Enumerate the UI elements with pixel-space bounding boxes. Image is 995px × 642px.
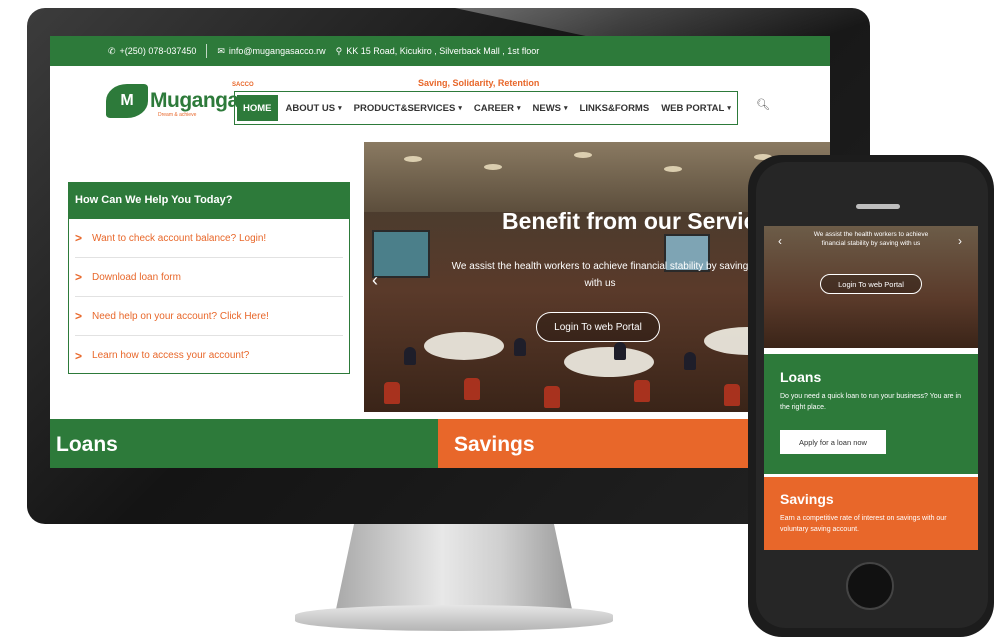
nav-label: NEWS <box>532 102 562 114</box>
nav-career[interactable]: CAREER ▾ <box>468 92 527 124</box>
ceiling-light <box>404 156 422 162</box>
search-icon[interactable]: 🔍︎ <box>756 98 770 111</box>
hero-photo-chair <box>724 384 740 406</box>
help-box: How Can We Help You Today? > Want to chec… <box>68 182 350 374</box>
phone-speaker <box>856 204 900 209</box>
map-pin-icon: ⚲ <box>335 45 343 56</box>
help-link[interactable]: > Need help on your account? Click Here! <box>75 297 343 336</box>
hero-photo-person <box>514 338 526 356</box>
nav-label: ABOUT US <box>285 102 336 114</box>
mobile-site: ‹ › We assist the health workers to achi… <box>764 226 978 550</box>
main-nav: HOME ABOUT US ▾ PRODUCT&SERVICES ▾ CAREER ▾… <box>234 91 738 125</box>
ceiling-light <box>574 152 592 158</box>
chevron-down-icon: ▾ <box>338 105 342 112</box>
site-logo[interactable]: M Muganga SACCO Dream & achieve <box>106 82 254 118</box>
nav-label: HOME <box>243 102 272 114</box>
chevron-right-icon: > <box>75 231 83 245</box>
email-text: info@mugangasacco.rw <box>228 45 326 56</box>
hero-photo-table <box>564 347 654 377</box>
chevron-down-icon: ▾ <box>564 105 568 112</box>
divider <box>206 44 208 58</box>
loans-section-title: Loans <box>50 419 438 468</box>
hero-photo-person <box>684 352 696 370</box>
hero-photo-chair <box>634 380 650 402</box>
mobile-hero-text: We assist the health workers to achieve … <box>813 231 929 247</box>
mobile-loans-text: Do you need a quick loan to run your bus… <box>780 393 961 411</box>
contact-bar: ✆ +(250) 078-037450 ✉ info@mugangasacco.rw… <box>50 36 830 66</box>
help-link-label: Need help on your account? Click Here! <box>92 310 269 322</box>
hero-text: We assist the health workers to achieve … <box>451 261 749 289</box>
ceiling-light <box>664 166 682 172</box>
help-link[interactable]: > Learn how to access your account? <box>75 336 343 375</box>
logo-mark-icon: M <box>106 84 148 118</box>
help-link-label: Download loan form <box>92 271 181 283</box>
monitor-stand <box>335 524 573 614</box>
nav-label: PRODUCT&SERVICES <box>353 102 456 114</box>
ceiling-light <box>484 164 502 170</box>
logo-sacco-label: SACCO <box>232 82 254 88</box>
nav-web-portal[interactable]: WEB PORTAL ▾ <box>655 92 737 124</box>
mobile-savings-title: Savings <box>780 491 834 507</box>
chevron-left-icon[interactable]: ‹ <box>372 270 378 291</box>
chevron-left-icon[interactable]: ‹ <box>778 234 782 248</box>
login-portal-button[interactable]: Login To web Portal <box>536 312 660 342</box>
nav-home[interactable]: HOME <box>237 95 278 121</box>
chevron-down-icon: ▾ <box>516 105 521 112</box>
chevron-right-icon: > <box>75 270 83 284</box>
device-mockup: ✆ +(250) 078-037450 ✉ info@mugangasacco.rw… <box>0 0 995 642</box>
nav-label: CAREER <box>473 102 514 114</box>
contact-email[interactable]: ✉ info@mugangasacco.rw <box>217 46 325 57</box>
logo-subtitle: Dream & achieve <box>158 112 197 118</box>
nav-links-forms[interactable]: LINKS&FORMS <box>574 92 656 124</box>
contact-address: ⚲ KK 15 Road, Kicukiro , Silverback Mall … <box>336 46 540 57</box>
chevron-right-icon: > <box>75 309 83 323</box>
mobile-savings-section: Savings Earn a competitive rate of inter… <box>764 477 978 550</box>
monitor-base <box>295 605 613 631</box>
apply-loan-button[interactable]: Apply for a loan now <box>780 430 886 454</box>
mobile-loans-section: Loans Do you need a quick loan to run yo… <box>764 354 978 474</box>
hero-photo-chair <box>384 382 400 404</box>
phone-text: +(250) 078-037450 <box>119 45 197 56</box>
hero-photo-screen <box>372 230 430 278</box>
site-tagline: Saving, Solidarity, Retention <box>418 78 540 88</box>
chevron-right-icon[interactable]: › <box>958 234 962 248</box>
hero-photo-table <box>424 332 504 360</box>
nav-label: LINKS&FORMS <box>579 102 650 114</box>
help-link-label: Learn how to access your account? <box>92 350 250 361</box>
chevron-down-icon: ▾ <box>727 105 731 112</box>
help-title: How Can We Help You Today? <box>69 183 349 219</box>
hero-photo-chair <box>464 378 480 400</box>
mobile-hero: ‹ › We assist the health workers to achi… <box>764 226 978 348</box>
help-link-label: Want to check account balance? Login! <box>92 232 267 244</box>
contact-phone[interactable]: ✆ +(250) 078-037450 <box>108 46 196 57</box>
chevron-right-icon: > <box>75 348 83 363</box>
address-text: KK 15 Road, Kicukiro , Silverback Mall ,… <box>346 45 540 56</box>
logo-wordmark: Muganga <box>150 89 239 112</box>
desktop-site: ✆ +(250) 078-037450 ✉ info@mugangasacco.rw… <box>50 36 830 468</box>
chevron-down-icon: ▾ <box>458 105 462 112</box>
mobile-login-portal-button[interactable]: Login To web Portal <box>820 274 922 294</box>
nav-news[interactable]: NEWS ▾ <box>527 92 574 124</box>
mobile-savings-text: Earn a competitive rate of interest on s… <box>780 515 947 533</box>
phone-icon: ✆ <box>108 45 116 56</box>
help-link[interactable]: > Download loan form <box>75 258 343 297</box>
mobile-loans-title: Loans <box>780 369 822 385</box>
nav-products-services[interactable]: PRODUCT&SERVICES ▾ <box>348 92 468 124</box>
help-link[interactable]: > Want to check account balance? Login! <box>75 219 343 258</box>
hero-photo-chair <box>544 386 560 408</box>
phone-home-button <box>846 562 894 610</box>
envelope-icon: ✉ <box>217 45 225 56</box>
nav-about-us[interactable]: ABOUT US ▾ <box>280 92 348 124</box>
hero-photo-person <box>404 347 416 365</box>
nav-label: WEB PORTAL <box>661 102 725 114</box>
hero-photo-person <box>614 342 626 360</box>
